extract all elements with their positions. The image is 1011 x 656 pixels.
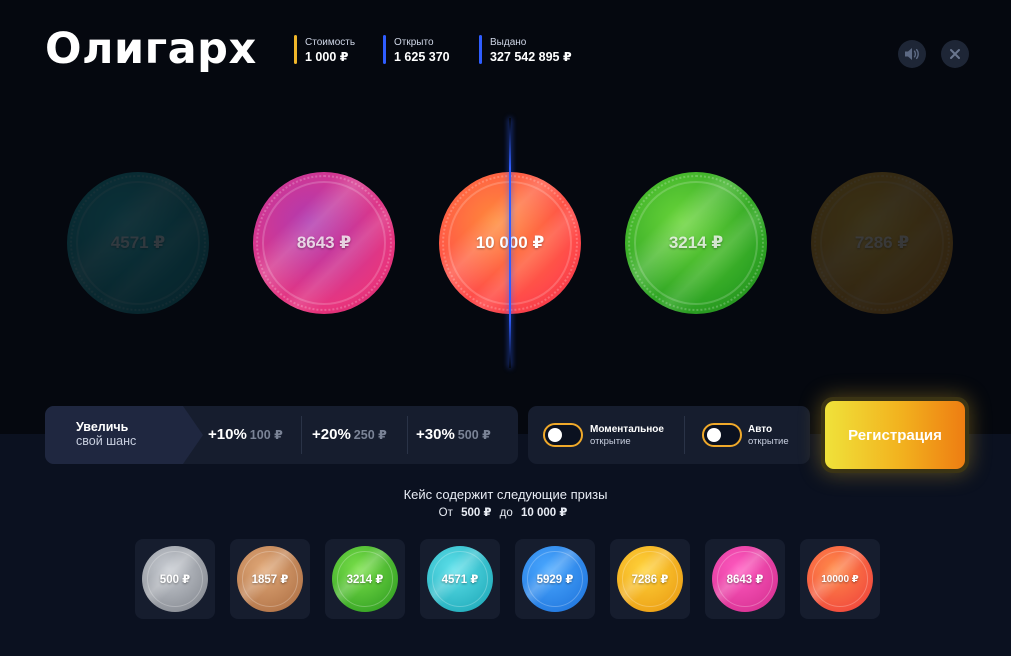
stat-bar (383, 35, 386, 64)
prize-coin: 3214 ₽ (332, 546, 398, 612)
prize-coin: 1857 ₽ (237, 546, 303, 612)
chance-percent: +10% (208, 426, 247, 443)
toggle-label-line1: Моментальное (590, 424, 664, 435)
prize-tile: 3214 ₽ (325, 539, 405, 619)
toggle-label-line2: открытие (748, 436, 789, 447)
prize-tile: 1857 ₽ (230, 539, 310, 619)
chance-percent: +20% (312, 426, 351, 443)
chance-option-10[interactable]: +10% 100 ₽ (208, 426, 283, 444)
prize-amount: 1857 ₽ (251, 574, 289, 586)
speaker-icon (905, 48, 919, 60)
prize-coin: 500 ₽ (142, 546, 208, 612)
instant-open-label: Моментальное открытие (590, 424, 664, 448)
coin-amount: 3214 ₽ (668, 233, 724, 252)
register-button-wrapper: Регистрация (821, 397, 969, 473)
prize-tile: 500 ₽ (135, 539, 215, 619)
stat-label: Открыто (394, 37, 434, 48)
chance-option-20[interactable]: +20% 250 ₽ (312, 426, 387, 444)
toggle-knob (707, 428, 721, 442)
stat-value: 1 625 370 (394, 50, 450, 64)
chance-cost: 500 ₽ (457, 428, 491, 442)
stat-cost: Стоимость 1 000 ₽ (294, 35, 355, 65)
stat-bar (294, 35, 297, 64)
chance-cost: 100 ₽ (249, 428, 283, 442)
prizes-title: Кейс содержит следующие призы (403, 487, 608, 502)
chance-option-30[interactable]: +30% 500 ₽ (416, 426, 491, 444)
prize-amount: 10000 ₽ (821, 573, 859, 585)
stat-label: Выдано (490, 37, 527, 48)
range-from-label: От (438, 507, 453, 519)
toggle-label-line2: открытие (590, 436, 631, 447)
prize-tile: 4571 ₽ (420, 539, 500, 619)
toggle-knob (548, 428, 562, 442)
prize-amount: 3214 ₽ (346, 574, 384, 586)
coin-amount: 7286 ₽ (854, 233, 910, 252)
prize-coin: 10000 ₽ (807, 546, 873, 612)
stat-opened: Открыто 1 625 370 (383, 35, 450, 65)
roulette-coin: 8643 ₽ (253, 172, 395, 314)
stat-value: 327 542 895 ₽ (490, 50, 572, 64)
chance-panel: Увеличь свой шанс +10% 100 ₽ +20% 250 ₽ +3… (45, 406, 518, 464)
range-from-value: 500 ₽ (461, 507, 492, 519)
divider (301, 416, 302, 454)
range-to-value: 10 000 ₽ (520, 507, 568, 519)
roulette-coin: 4571 ₽ (67, 172, 209, 314)
chance-label: Увеличь свой шанс (45, 406, 183, 464)
chance-label-line2: свой шанс (76, 434, 137, 448)
auto-open-toggle[interactable] (702, 423, 742, 447)
prize-amount: 7286 ₽ (631, 574, 669, 586)
coin-amount: 4571 ₽ (110, 233, 166, 252)
stat-bar (479, 35, 482, 64)
close-button[interactable] (941, 40, 969, 68)
prize-coin: 5929 ₽ (522, 546, 588, 612)
stat-value: 1 000 ₽ (305, 50, 349, 64)
chance-percent: +30% (416, 426, 455, 443)
roulette-strip: 4571 ₽ 8643 ₽ 10 000 ₽ 3214 ₽ 7286 ₽ (0, 110, 1011, 370)
chance-label-line1: Увеличь (76, 420, 129, 434)
prizes-range: От 500 ₽ до 10 000 ₽ (0, 505, 1011, 519)
prize-tile: 7286 ₽ (610, 539, 690, 619)
roulette-coin: 7286 ₽ (811, 172, 953, 314)
toggles-panel: Моментальное открытие Авто открытие (528, 406, 810, 464)
page-title: Олигарх (45, 24, 257, 74)
instant-open-toggle[interactable] (543, 423, 583, 447)
prize-amount: 500 ₽ (159, 574, 191, 586)
coin-amount: 8643 ₽ (296, 233, 352, 252)
stat-issued: Выдано 327 542 895 ₽ (479, 35, 572, 65)
close-icon (950, 49, 960, 59)
prize-coin: 8643 ₽ (712, 546, 778, 612)
stat-label: Стоимость (305, 37, 356, 48)
prize-tile: 10000 ₽ (800, 539, 880, 619)
divider (407, 416, 408, 454)
chance-arrow (183, 406, 203, 464)
prize-coin: 4571 ₽ (427, 546, 493, 612)
prize-coin: 7286 ₽ (617, 546, 683, 612)
toggle-label-line1: Авто (748, 424, 773, 435)
divider (684, 416, 685, 454)
prize-amount: 4571 ₽ (441, 574, 479, 586)
roulette-coin: 3214 ₽ (625, 172, 767, 314)
auto-open-label: Авто открытие (748, 424, 789, 448)
register-button[interactable]: Регистрация (825, 401, 965, 469)
prize-amount: 5929 ₽ (536, 574, 574, 586)
range-to-label: до (499, 507, 513, 519)
prize-amount: 8643 ₽ (726, 574, 764, 586)
chance-cost: 250 ₽ (353, 428, 387, 442)
roulette-pointer (509, 118, 511, 368)
sound-button[interactable] (898, 40, 926, 68)
prize-tile: 5929 ₽ (515, 539, 595, 619)
prize-tile: 8643 ₽ (705, 539, 785, 619)
